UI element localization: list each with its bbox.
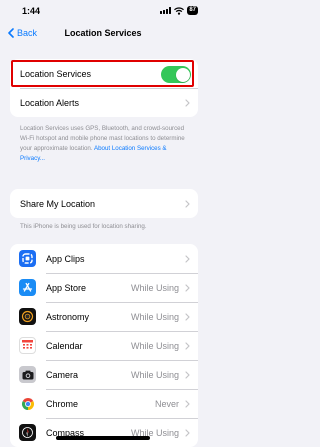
chevron-right-icon — [185, 399, 190, 408]
chevron-right-icon — [185, 199, 190, 208]
app-name: App Store — [46, 282, 87, 293]
location-description: Location Services uses GPS, Bluetooth, a… — [20, 124, 192, 164]
chevron-right-icon — [185, 370, 190, 379]
battery-icon: 87 — [187, 6, 198, 15]
app-clips-icon — [19, 250, 36, 267]
camera-icon — [19, 366, 36, 383]
compass-icon — [19, 424, 36, 441]
status-time: 1:44 — [22, 6, 41, 16]
app-permission: While Using — [130, 311, 179, 322]
app-row-calendar[interactable]: Calendar While Using — [10, 331, 198, 360]
app-name: Calendar — [46, 340, 83, 351]
apps-group: App Clips App Store While Using Astronom… — [10, 244, 198, 447]
app-permission: While Using — [130, 282, 179, 293]
chevron-right-icon — [185, 254, 190, 263]
app-name: Astronomy — [46, 311, 90, 322]
app-permission: While Using — [130, 340, 179, 351]
page-title: Location Services — [64, 28, 142, 38]
app-name: App Clips — [46, 253, 85, 264]
share-location-group: Share My Location — [10, 189, 198, 218]
home-indicator[interactable] — [56, 436, 150, 440]
chevron-right-icon — [185, 98, 190, 107]
app-row-camera[interactable]: Camera While Using — [10, 360, 198, 389]
app-name: Chrome — [46, 398, 79, 409]
chevron-right-icon — [185, 283, 190, 292]
app-name: Camera — [46, 369, 79, 380]
share-my-location-row[interactable]: Share My Location — [10, 189, 198, 218]
astronomy-icon — [19, 308, 36, 325]
calendar-icon — [19, 337, 36, 354]
status-bar: 1:44 87 — [0, 0, 206, 22]
app-row-astronomy[interactable]: Astronomy While Using — [10, 302, 198, 331]
chevron-right-icon — [185, 312, 190, 321]
status-icons: 87 — [160, 6, 198, 15]
app-store-icon — [19, 279, 36, 296]
location-alerts-row[interactable]: Location Alerts — [10, 88, 198, 117]
share-my-location-label: Share My Location — [20, 198, 96, 209]
app-permission: While Using — [130, 369, 179, 380]
location-alerts-label: Location Alerts — [20, 97, 80, 108]
highlight-box — [11, 60, 194, 87]
app-permission: Never — [154, 398, 179, 409]
navigation-bar: Back Location Services — [0, 24, 206, 46]
signal-icon — [160, 7, 172, 14]
share-location-note: This iPhone is being used for location s… — [20, 223, 147, 230]
app-row-chrome[interactable]: Chrome Never — [10, 389, 198, 418]
app-row-app-clips[interactable]: App Clips — [10, 244, 198, 273]
wifi-icon — [174, 6, 185, 15]
chrome-icon — [19, 395, 36, 412]
chevron-right-icon — [185, 341, 190, 350]
app-row-app-store[interactable]: App Store While Using — [10, 273, 198, 302]
chevron-right-icon — [185, 428, 190, 437]
